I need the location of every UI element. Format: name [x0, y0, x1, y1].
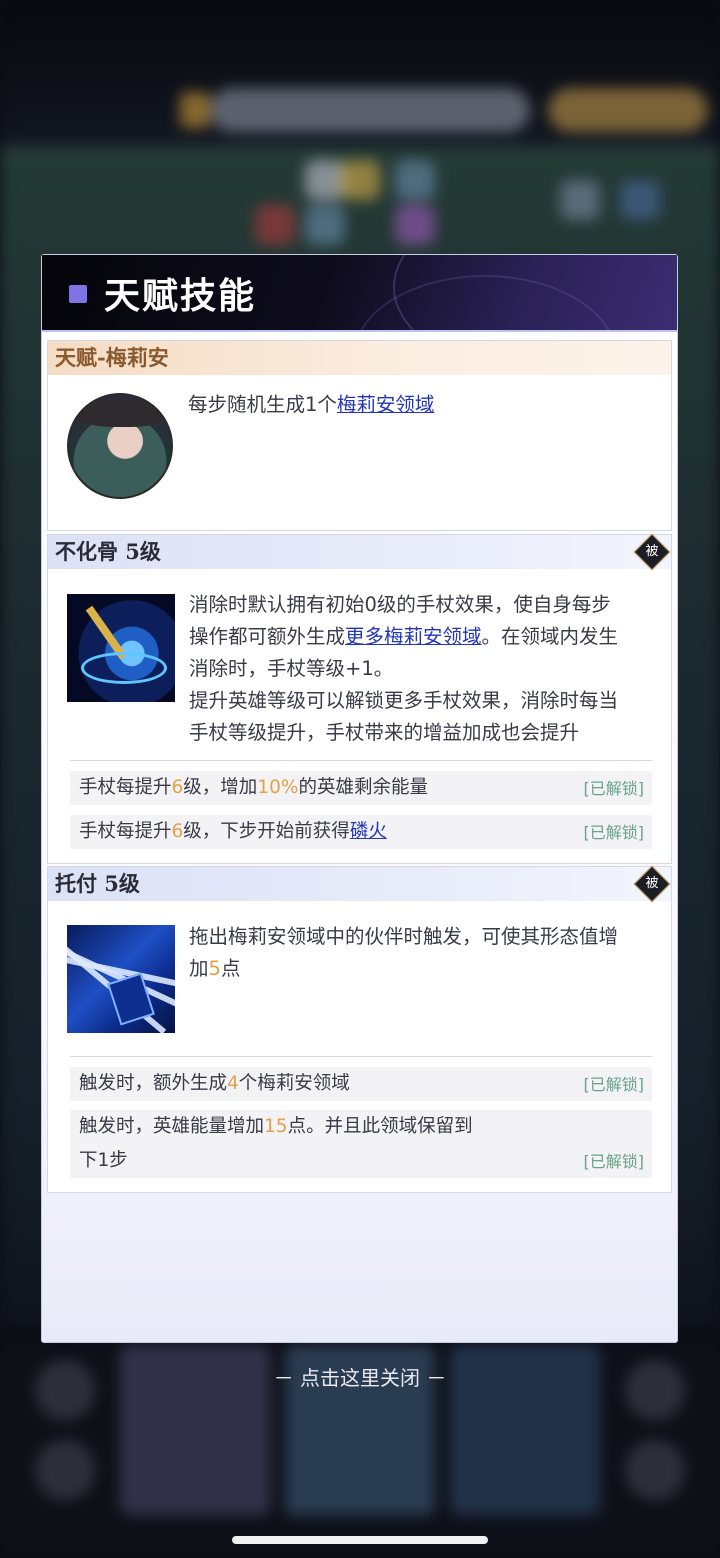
hero-portrait-avatar	[67, 393, 173, 499]
entrust-skill-icon	[67, 925, 175, 1033]
unlocked-tag: [已解锁]	[583, 823, 645, 842]
modal-title: 天赋技能	[104, 275, 257, 317]
more-meilian-domain-link[interactable]: 更多梅莉安领域	[345, 625, 482, 648]
home-indicator[interactable]	[232, 1536, 488, 1544]
phosphor-fire-link[interactable]: 磷火	[350, 821, 387, 842]
title-square-icon	[69, 285, 87, 303]
unlocked-tag: [已解锁]	[583, 779, 645, 798]
talent-header: 天赋-梅莉安	[48, 341, 671, 375]
skill-header: 托付 5级	[48, 867, 671, 901]
divider	[70, 1056, 652, 1057]
divider	[70, 760, 652, 761]
unlock-row: 触发时，英雄能量增加15点。并且此领域保留到 下1步 [已解锁]	[70, 1110, 652, 1178]
skill-section-tuofu: 托付 5级 被 拖出梅莉安领域中的伙伴时触发，可使其形态值增 加5点 触发时，额…	[47, 865, 672, 1193]
skill-section-buhuagu: 不化骨 5级 被 消除时默认拥有初始0级的手杖效果，使自身每步 操作都可额外生成…	[47, 533, 672, 864]
unlock-row: 手杖每提升6级，增加10%的英雄剩余能量 [已解锁]	[70, 771, 652, 805]
close-hint-button[interactable]: － 点击这里关闭 －	[0, 1362, 720, 1391]
unlocked-tag: [已解锁]	[583, 1152, 645, 1171]
talent-description: 每步随机生成1个梅莉安领域	[188, 393, 435, 416]
skill-header: 不化骨 5级	[48, 535, 671, 569]
skill-description: 拖出梅莉安领域中的伙伴时触发，可使其形态值增 加5点	[189, 925, 619, 980]
talent-section: 天赋-梅莉安 每步随机生成1个梅莉安领域	[47, 340, 672, 531]
unlocked-tag: [已解锁]	[583, 1075, 645, 1094]
unlock-row: 触发时，额外生成4个梅莉安领域 [已解锁]	[70, 1067, 652, 1101]
skill-description: 消除时默认拥有初始0级的手杖效果，使自身每步 操作都可额外生成更多梅莉安领域。在…	[189, 593, 619, 744]
staff-skill-icon	[67, 594, 175, 702]
modal-header: 天赋技能	[42, 255, 677, 332]
meilian-domain-link[interactable]: 梅莉安领域	[337, 393, 435, 416]
talent-skill-modal: 天赋技能 天赋-梅莉安 每步随机生成1个梅莉安领域 不化骨 5级 被 消除时默认…	[41, 254, 678, 1343]
unlock-row: 手杖每提升6级，下步开始前获得磷火 [已解锁]	[70, 815, 652, 849]
